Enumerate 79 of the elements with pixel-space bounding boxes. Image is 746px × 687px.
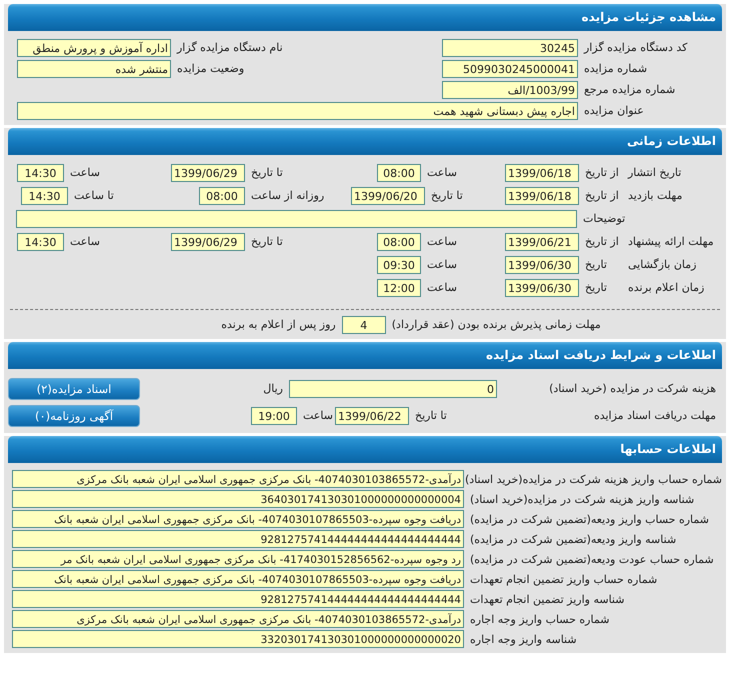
field-label: شماره حساب عودت ودیعه(تضمین شرکت در مزایده) <box>469 552 715 566</box>
field-label: از تاریخ <box>584 189 620 202</box>
account-field: رد وجوه سپرده-4174030152856562- بانک مرکزی جمهوری اسلامی ایران شعبه بانک مر <box>12 550 464 568</box>
field-label: شماره مزایده <box>583 62 648 75</box>
field-label: شناسه واریز تضمین انجام تعهدات <box>469 592 626 606</box>
time-field: 19:00 <box>251 406 297 424</box>
date-field: 1399/06/18 <box>505 164 579 182</box>
field-label: از تاریخ <box>584 166 620 179</box>
document-button[interactable]: آگهی روزنامه(۰) <box>8 404 140 426</box>
number-field: 4 <box>342 316 386 334</box>
field-label: توضیحات <box>582 212 626 225</box>
time-field: 14:30 <box>17 232 64 250</box>
account-field: 928127574144444444444444444444 <box>12 590 464 608</box>
section-header: اطلاعات و شرایط دریافت اسناد مزایده <box>8 342 722 369</box>
field-label: تا ساعت <box>73 189 115 202</box>
field-label: ساعت <box>69 235 101 248</box>
field-label: تاریخ <box>584 258 608 271</box>
field-label: شماره حساب واریز هزینه شرکت در مزایده(خرید اسناد) <box>464 472 722 486</box>
price-field: 0 <box>289 380 497 398</box>
date-field: 1399/06/30 <box>505 278 579 296</box>
date-field: 1399/06/18 <box>505 186 579 204</box>
account-field: دریافت وجوه سپرده-4074030107865503- بانک مرکزی جمهوری اسلامی ایران شعبه بانک <box>12 510 464 528</box>
section-header: اطلاعات زمانی <box>8 128 722 155</box>
date-field: 1399/06/21 <box>505 232 579 250</box>
field-label: مهلت ارائه پیشنهاد <box>627 235 715 248</box>
field-label: کد دستگاه مزایده گزار <box>582 41 688 54</box>
field-label: شناسه واریز ودیعه(تضمین شرکت در مزایده) <box>469 532 678 546</box>
field-label: وضعیت مزایده <box>176 62 246 75</box>
field-label: نام دستگاه مزایده گزار <box>176 41 284 54</box>
account-field: 364030174130301000000000000004 <box>12 490 464 508</box>
field-label: مهلت بازدید <box>627 189 684 202</box>
field-label: مهلت دریافت اسناد مزایده <box>592 409 717 422</box>
account-field: درآمدی-4074030103865572- بانک مرکزی جمهوری اسلامی ایران شعبه بانک مرکزی <box>12 610 464 628</box>
date-field: 1399/06/29 <box>171 164 245 182</box>
account-field: 332030174130301000000000000020 <box>12 630 464 648</box>
field-label: تا تاریخ <box>250 166 284 179</box>
field-label: زمان بازگشایی <box>627 258 698 271</box>
field-label: از تاریخ <box>584 235 620 248</box>
field-label: مهلت زمانی پذیرش برنده بودن (عقد قرارداد) <box>390 318 601 331</box>
field-label: شماره حساب واریز تضمین انجام تعهدات <box>469 572 658 586</box>
time-field: 14:30 <box>17 164 64 182</box>
account-field: 928127574144444444444444444444 <box>12 530 464 548</box>
field-label: عنوان مزایده <box>583 104 645 117</box>
field-label: روز پس از اعلام به برنده <box>221 318 337 331</box>
time-field: 08:00 <box>377 232 421 250</box>
document-button[interactable]: اسناد مزایده(۲) <box>8 378 140 400</box>
date-field: 1399/06/22 <box>335 406 409 424</box>
date-field: 1399/06/30 <box>505 256 579 274</box>
field-label: هزینه شرکت در مزایده (خرید اسناد) <box>548 382 717 395</box>
field-label: روزانه از ساعت <box>250 189 326 202</box>
field-label: شماره مزایده مرجع <box>583 83 676 96</box>
field-label: شماره حساب واریز ودیعه(تضمین شرکت در مزایده) <box>469 512 710 526</box>
field-label: ساعت <box>69 166 101 179</box>
field-label: تاریخ انتشار <box>626 166 682 179</box>
field-label: ریال <box>262 382 284 395</box>
time-field: 14:30 <box>21 186 68 204</box>
account-field: دریافت وجوه سپرده-4074030107865503- بانک مرکزی جمهوری اسلامی ایران شعبه بانک <box>12 570 464 588</box>
field-label: تا تاریخ <box>414 409 448 422</box>
time-field: 08:00 <box>377 164 421 182</box>
field-label: ساعت <box>426 281 458 294</box>
time-field: 12:00 <box>377 278 421 296</box>
section-header: اطلاعات حسابها <box>8 436 722 463</box>
section-header: مشاهده جزئیات مزایده <box>8 4 722 31</box>
field-label: تا تاریخ <box>430 189 464 202</box>
field-label: تاریخ <box>584 281 608 294</box>
field-label: ساعت <box>426 258 458 271</box>
field-label: ساعت <box>426 235 458 248</box>
date-field: 1399/06/20 <box>351 186 425 204</box>
field-label: ساعت <box>426 166 458 179</box>
time-field: 08:00 <box>199 186 245 204</box>
date-field: 1399/06/29 <box>171 232 245 250</box>
field-label: تا تاریخ <box>250 235 284 248</box>
field-label: شناسه واریز وجه اجاره <box>469 632 578 646</box>
field-label: زمان اعلام برنده <box>627 281 706 294</box>
field-label: شناسه واریز هزینه شرکت در مزایده(خرید اسناد) <box>469 492 696 506</box>
field-label: ساعت <box>302 409 334 422</box>
field-label: شماره حساب واریز وجه اجاره <box>469 612 610 626</box>
account-field: درآمدی-4074030103865572- بانک مرکزی جمهوری اسلامی ایران شعبه بانک مرکزی <box>12 470 464 488</box>
time-field: 09:30 <box>377 256 421 274</box>
